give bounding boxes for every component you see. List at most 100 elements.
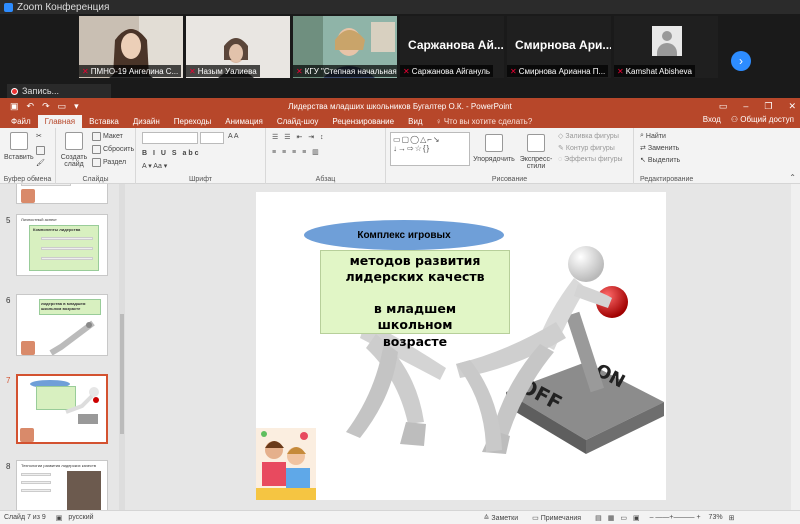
shape-effects-button[interactable]: ◌ Эффекты фигуры	[558, 156, 623, 163]
replace-button[interactable]: ⇄ Заменить	[640, 144, 679, 153]
arrange-button[interactable]: Упорядочить	[473, 134, 515, 163]
tab-review[interactable]: Рецензирование	[325, 115, 401, 128]
zoom-slider[interactable]: – ——+——— +	[650, 514, 701, 521]
editing-label: Редактирование	[640, 176, 694, 183]
slide-editor: OFF ON Комплекс игровых методов развития…	[128, 184, 800, 510]
editor-scrollbar[interactable]	[791, 184, 800, 510]
slide-count: Слайд 7 из 9	[4, 514, 46, 521]
clipboard-group: Вставить ✂ 🖌 Буфер обмена	[0, 128, 56, 184]
tab-view[interactable]: Вид	[401, 115, 429, 128]
thumbnail-image: Личностный аспект Компоненты лидерства	[16, 214, 108, 276]
slide-text-line: возрасте	[382, 334, 448, 349]
font-size-field[interactable]	[200, 132, 224, 144]
select-button[interactable]: ↖ Выделить	[640, 156, 680, 165]
clipboard-label: Буфер обмена	[3, 176, 52, 183]
slide-text-box[interactable]: методов развития лидерских качеств в мла…	[320, 250, 510, 334]
tab-insert[interactable]: Вставка	[82, 115, 126, 128]
shape-fill-button[interactable]: ◇ Заливка фигуры	[558, 132, 619, 141]
maximize-icon[interactable]: ❐	[764, 101, 772, 112]
participant-name: ✕ Саржанова Айгануль	[400, 65, 494, 77]
slide-title-oval[interactable]: Комплекс игровых	[304, 220, 504, 250]
ribbon-display-icon[interactable]: ▭	[719, 101, 728, 112]
align-buttons[interactable]: ≡ ≡ ≡ ≡ ▥	[272, 148, 321, 156]
find-button[interactable]: ⌕ Найти	[640, 132, 666, 140]
shape-outline-button[interactable]: ✎ Контур фигуры	[558, 144, 615, 153]
notes-button[interactable]: ≙ Заметки	[484, 514, 519, 522]
participant-name: ✕ КГУ "Степная начальная ...	[293, 65, 397, 77]
tab-slideshow[interactable]: Слайд-шоу	[270, 115, 325, 128]
section-button[interactable]: Раздел	[92, 158, 126, 167]
slide-number: 6	[6, 296, 11, 305]
fit-slide-icon[interactable]: ⊞	[729, 514, 735, 522]
participant-tile[interactable]: ✕ Назым Уалиева	[186, 16, 290, 78]
next-page-button[interactable]: ›	[731, 51, 751, 71]
font-size-buttons[interactable]: A A	[228, 133, 239, 140]
font-name-field[interactable]	[142, 132, 198, 144]
thumbnail-image: лидерства в младшем школьном возрасте	[16, 294, 108, 356]
replace-icon: ⇄	[640, 145, 646, 152]
account-area: Вход ⚇ Общий доступ	[703, 115, 794, 124]
participant-tile[interactable]: ✕ Kamshat Abisheva	[614, 16, 718, 78]
undo-icon[interactable]: ↶	[27, 101, 35, 112]
quick-styles-icon	[527, 134, 545, 152]
spellcheck-icon[interactable]: ▣	[56, 514, 63, 522]
slide-text-line: школьном	[377, 317, 453, 332]
slide-number: 8	[6, 462, 11, 471]
tab-transitions[interactable]: Переходы	[167, 115, 219, 128]
comments-button[interactable]: ▭ Примечания	[532, 514, 581, 522]
status-bar: Слайд 7 из 9 ▣ русский ≙ Заметки ▭ Приме…	[0, 510, 800, 524]
language-indicator[interactable]: русский	[68, 514, 93, 521]
copy-button[interactable]	[36, 146, 45, 155]
customize-toolbar-icon[interactable]: ▾	[74, 101, 79, 112]
tab-animations[interactable]: Анимация	[218, 115, 270, 128]
tab-file[interactable]: Файл	[4, 115, 38, 128]
window-controls: ▭ – ❐ ✕	[719, 101, 796, 112]
font-group: A A B I U S abc A ▾ Aa ▾ Шрифт	[136, 128, 266, 184]
thumbnails-scrollbar[interactable]	[119, 184, 125, 510]
redo-icon[interactable]: ↷	[42, 101, 50, 112]
slide-number: 5	[6, 216, 11, 225]
layout-button[interactable]: Макет	[92, 132, 123, 141]
participant-tile[interactable]: Смирнова Ари... ✕ Смирнова Арианна П...	[507, 16, 611, 78]
tab-home[interactable]: Главная	[37, 115, 83, 128]
close-icon[interactable]: ✕	[788, 101, 796, 112]
participant-name: ✕ Смирнова Арианна П...	[507, 65, 609, 77]
reset-button[interactable]: Сбросить	[92, 145, 134, 154]
collapse-ribbon-icon[interactable]: ⌃	[789, 173, 796, 182]
recording-label: Запись...	[22, 86, 60, 96]
participant-tile[interactable]: ✕ ПМНО-19 Ангелина С...	[79, 16, 183, 78]
thumbnail-image: Технологии развития лидерских качеств	[16, 460, 108, 510]
save-icon[interactable]: ▣	[10, 101, 19, 112]
brush-icon: 🖌	[36, 160, 45, 167]
start-slideshow-icon[interactable]: ▭	[58, 101, 67, 112]
text-format-buttons[interactable]: B I U S abc	[142, 150, 201, 157]
comment-icon: ▭	[532, 514, 541, 522]
layout-icon	[92, 132, 101, 141]
drawing-group: ▭▢◯△⌐↘ ↓→⇨☆{} Упорядочить Экспресс-стили …	[386, 128, 634, 184]
slides-group: Создать слайд Макет Сбросить Раздел Слай…	[56, 128, 136, 184]
minimize-icon[interactable]: –	[743, 101, 748, 112]
zoom-level[interactable]: 73%	[709, 514, 723, 521]
editing-group: ⌕ Найти ⇄ Заменить ↖ Выделить Редактировани…	[634, 128, 800, 184]
quick-styles-button[interactable]: Экспресс-стили	[516, 134, 556, 170]
share-button[interactable]: ⚇ Общий доступ	[731, 115, 794, 124]
shapes-gallery[interactable]: ▭▢◯△⌐↘ ↓→⇨☆{}	[390, 132, 470, 166]
cut-button[interactable]: ✂	[36, 132, 42, 140]
list-buttons[interactable]: ☰ ☰ ⇤ ⇥ ↕	[272, 133, 326, 141]
new-slide-button[interactable]: Создать слайд	[60, 132, 88, 168]
participant-tile[interactable]: Саржанова Ай... ✕ Саржанова Айгануль	[400, 16, 504, 78]
new-slide-icon	[65, 132, 83, 150]
paste-button[interactable]: Вставить	[4, 132, 34, 161]
view-buttons[interactable]: ▤▦▭▣	[595, 514, 645, 522]
format-painter-button[interactable]: 🖌	[36, 159, 45, 167]
document-title: Лидерства младших школьников Бугалтер О.…	[288, 101, 512, 111]
tell-me-search[interactable]: ♀ Что вы хотите сделать?	[430, 115, 539, 128]
tab-design[interactable]: Дизайн	[126, 115, 167, 128]
copy-icon	[36, 146, 45, 155]
login-link[interactable]: Вход	[703, 115, 721, 124]
text-color-button[interactable]: A ▾ Aa ▾	[142, 162, 167, 170]
participant-tile[interactable]: ✕ КГУ "Степная начальная ...	[293, 16, 397, 78]
paragraph-group: ☰ ☰ ⇤ ⇥ ↕ ≡ ≡ ≡ ≡ ▥ Абзац	[266, 128, 386, 184]
participant-big-name: Саржанова Ай...	[408, 38, 504, 52]
recording-indicator[interactable]: Запись...	[7, 84, 111, 98]
